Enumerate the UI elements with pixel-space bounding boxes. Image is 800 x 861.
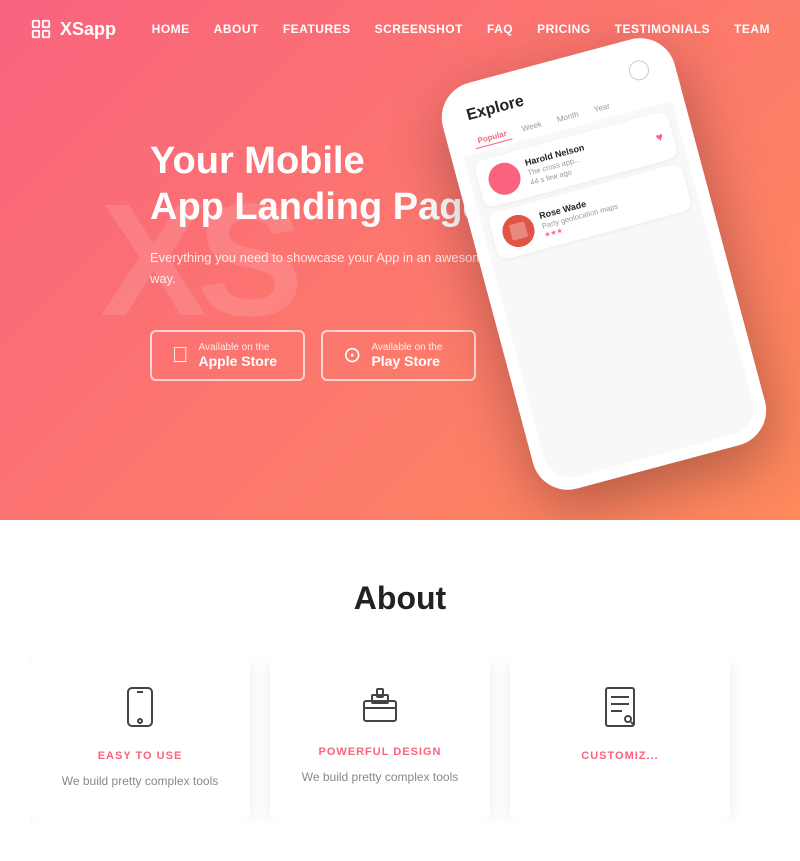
- nav-screenshot[interactable]: SCREENSHOT: [375, 22, 463, 36]
- apple-icon: : [172, 342, 189, 368]
- nav-testimonials[interactable]: TESTIMONIALS: [615, 22, 710, 36]
- play-btn-text: Available on the Play Store: [371, 342, 442, 369]
- hero-buttons:  Available on the Apple Store ⊙ Availab…: [150, 330, 500, 381]
- nav-links: HOME ABOUT FEATURES SCREENSHOT FAQ PRICI…: [152, 20, 770, 38]
- about-card-easy: EASY TO USE We build pretty complex tool…: [30, 657, 250, 821]
- heart-icon-harold[interactable]: ♥: [654, 130, 665, 145]
- card-title-easy: EASY TO USE: [98, 750, 183, 762]
- mobile-icon: [124, 687, 156, 734]
- phone-mockup: Explore Popular Week Month Year Harold N…: [434, 4, 800, 520]
- logo[interactable]: XSapp: [30, 18, 116, 40]
- phone-search-icon[interactable]: [627, 58, 651, 82]
- phone-outer: Explore Popular Week Month Year Harold N…: [434, 30, 775, 498]
- customize-icon: [604, 687, 636, 734]
- about-card-customize: CUSTOMIZ...: [510, 657, 730, 821]
- card-desc-easy: We build pretty complex tools: [62, 772, 219, 791]
- phone-screen: Explore Popular Week Month Year Harold N…: [448, 45, 759, 483]
- card-title-powerful: POWERFUL DESIGN: [319, 746, 442, 758]
- about-card-powerful: POWERFUL DESIGN We build pretty complex …: [270, 657, 490, 821]
- hero-section: XS Your Mobile App Landing Page Everythi…: [0, 0, 800, 520]
- hero-content: Your Mobile App Landing Page Everything …: [0, 139, 500, 381]
- apple-btn-text: Available on the Apple Store: [199, 342, 278, 369]
- avatar-rose: [499, 211, 538, 250]
- about-cards: EASY TO USE We build pretty complex tool…: [30, 657, 770, 821]
- hero-subtitle: Everything you need to showcase your App…: [150, 248, 500, 290]
- play-store-button[interactable]: ⊙ Available on the Play Store: [321, 330, 476, 381]
- nav-home[interactable]: HOME: [152, 22, 190, 36]
- navigation: XSapp HOME ABOUT FEATURES SCREENSHOT FAQ…: [0, 0, 800, 58]
- avatar-harold: [485, 159, 524, 198]
- about-section: About EASY TO USE We build pretty comple…: [0, 520, 800, 861]
- nav-pricing[interactable]: PRICING: [537, 22, 591, 36]
- nav-faq[interactable]: FAQ: [487, 22, 513, 36]
- about-title: About: [30, 580, 770, 617]
- hero-title: Your Mobile App Landing Page: [150, 139, 500, 230]
- nav-features[interactable]: FEATURES: [283, 22, 351, 36]
- design-icon: [362, 687, 398, 730]
- phone-tab-year[interactable]: Year: [588, 98, 615, 118]
- android-icon: ⊙: [343, 342, 361, 368]
- card-desc-powerful: We build pretty complex tools: [302, 768, 459, 787]
- nav-team[interactable]: TEAM: [734, 22, 770, 36]
- apple-store-button[interactable]:  Available on the Apple Store: [150, 330, 305, 381]
- nav-about[interactable]: ABOUT: [214, 22, 259, 36]
- card-title-customize: CUSTOMIZ...: [581, 750, 658, 762]
